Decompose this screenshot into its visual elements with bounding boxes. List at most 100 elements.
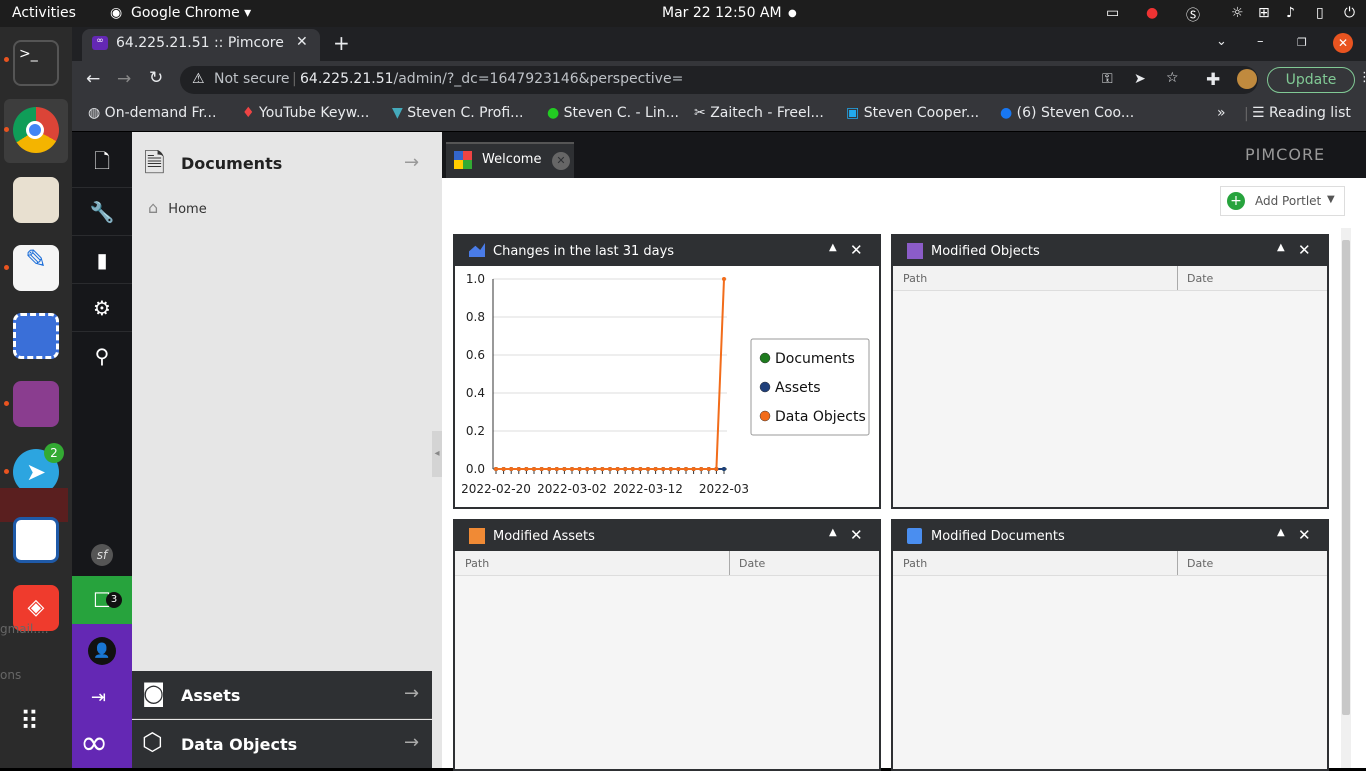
brightness-icon[interactable]: ☼ <box>1231 5 1244 21</box>
warning-icon: ⚠ <box>192 71 205 87</box>
symfony-icon[interactable]: sf <box>91 544 113 566</box>
nav-search-icon[interactable]: ⚲ <box>72 332 132 380</box>
documents-header[interactable]: 🗎 Documents → <box>132 139 432 189</box>
bookmark-item[interactable]: ♦ YouTube Keyw... <box>242 105 369 121</box>
bookmark-item[interactable]: ▼ Steven C. Profi... <box>392 105 524 121</box>
battery-icon[interactable]: ▯ <box>1316 5 1324 21</box>
nav-reports-icon[interactable]: ▮ <box>72 236 132 284</box>
bookmark-star-icon[interactable]: ☆ <box>1166 70 1179 86</box>
screenshot-icon[interactable] <box>13 313 59 359</box>
data-point <box>661 467 666 471</box>
tree-node-home[interactable]: ⌂ Home <box>148 198 207 217</box>
skype-icon[interactable]: Ⓢ <box>1186 5 1200 25</box>
bookmark-item[interactable]: ✂ Zaitech - Freel... <box>694 105 824 121</box>
video-app-icon[interactable] <box>13 381 59 427</box>
text-editor-icon[interactable]: ✎ <box>13 245 59 291</box>
documents-title: Documents <box>181 154 283 173</box>
collapse-icon[interactable]: ▲ <box>1277 242 1285 253</box>
close-icon[interactable]: ✕ <box>850 526 863 544</box>
area-chart-icon <box>469 243 485 257</box>
writer-icon[interactable] <box>13 517 59 563</box>
bookmark-item[interactable]: ● Steven C. - Lin... <box>547 105 679 121</box>
add-portlet-button[interactable]: + Add Portlet ▼ <box>1220 186 1345 216</box>
nav-file-icon[interactable]: 🗋 <box>72 140 132 188</box>
reading-list[interactable]: ☰ Reading list <box>1252 105 1351 121</box>
assets-panel-header[interactable]: ◙ Assets → <box>132 671 432 719</box>
column-path[interactable]: Path <box>903 557 927 570</box>
column-path[interactable]: Path <box>903 272 927 285</box>
power-menu-icon[interactable]: ⏻ <box>1344 5 1355 21</box>
scrollbar-thumb[interactable] <box>1342 240 1350 715</box>
collapse-handle-icon[interactable]: ◂ <box>432 431 442 477</box>
chrome-icon-center <box>26 121 44 139</box>
pimcore-logo-icon[interactable]: ∞ <box>80 726 108 760</box>
address-bar[interactable]: ⚠ Not secure | 64.225.21.51/admin/?_dc=1… <box>180 66 1258 94</box>
close-tab-icon[interactable]: ✕ <box>552 152 570 170</box>
profile-avatar[interactable] <box>1237 69 1257 89</box>
arrow-right-icon[interactable]: → <box>404 152 419 173</box>
column-date[interactable]: Date <box>739 557 765 570</box>
nav-settings-icon[interactable]: ⚙ <box>72 284 132 332</box>
close-tab-icon[interactable]: ✕ <box>296 34 308 50</box>
data-objects-title: Data Objects <box>181 735 298 754</box>
column-path[interactable]: Path <box>465 557 489 570</box>
column-date[interactable]: Date <box>1187 557 1213 570</box>
logout-icon[interactable]: ⇥ <box>91 687 106 708</box>
data-point <box>706 467 711 471</box>
data-point <box>570 467 574 471</box>
close-icon[interactable]: ✕ <box>1298 241 1311 259</box>
chrome-menu-icon[interactable]: ⋮ <box>1358 70 1366 85</box>
data-point <box>516 467 521 471</box>
nav-tools-icon[interactable]: 🔧 <box>72 188 132 236</box>
collapse-icon[interactable]: ▲ <box>829 242 837 253</box>
network-icon[interactable]: ⊞ <box>1258 5 1270 21</box>
tab-search-icon[interactable]: ⌄ <box>1216 34 1227 49</box>
clock[interactable]: Mar 22 12:50 AM <box>662 5 782 21</box>
scrollbar[interactable] <box>1341 228 1351 768</box>
running-indicator <box>4 469 9 474</box>
volume-icon[interactable]: ♪ <box>1286 5 1295 21</box>
tray-app-icon[interactable]: ● <box>1146 5 1158 21</box>
app-grid-icon[interactable]: ⠿ <box>20 709 41 735</box>
portlet-changes: Changes in the last 31 days ▲ ✕ 0.0 0.2 0.… <box>453 234 881 509</box>
arrow-right-icon[interactable]: → <box>404 732 419 753</box>
back-icon[interactable]: ← <box>86 69 100 89</box>
separator: | <box>292 71 297 87</box>
update-button[interactable]: Update <box>1267 67 1355 93</box>
close-window-icon[interactable]: ✕ <box>1333 33 1353 53</box>
user-avatar-icon[interactable]: 👤 <box>88 637 116 665</box>
bookmark-item[interactable]: ◍ On-demand Fr... <box>88 105 216 121</box>
column-date[interactable]: Date <box>1187 272 1213 285</box>
terminal-icon[interactable]: >_ <box>13 40 59 86</box>
restore-icon[interactable]: ❐ <box>1297 36 1307 49</box>
running-indicator <box>4 401 9 406</box>
activities-button[interactable]: Activities <box>12 5 76 21</box>
new-tab-icon[interactable]: + <box>333 31 350 55</box>
arrow-right-icon[interactable]: → <box>404 683 419 704</box>
more-bookmarks-icon[interactable]: » <box>1217 105 1226 121</box>
files-icon[interactable] <box>13 177 59 223</box>
app-menu[interactable]: Google Chrome ▾ <box>131 5 251 21</box>
data-objects-panel-header[interactable]: ⬡ Data Objects → <box>132 720 432 768</box>
forward-icon[interactable]: → <box>117 69 131 89</box>
close-icon[interactable]: ✕ <box>1298 526 1311 544</box>
send-icon[interactable]: ➤ <box>1134 71 1146 87</box>
extensions-icon[interactable]: ✚ <box>1206 70 1220 90</box>
legend-marker <box>759 381 771 393</box>
reload-icon[interactable]: ↻ <box>149 68 163 88</box>
camera-icon[interactable]: ▭ <box>1106 5 1119 21</box>
bookmark-item[interactable]: ● (6) Steven Coo... <box>1000 105 1134 121</box>
close-icon[interactable]: ✕ <box>850 241 863 259</box>
minimize-icon[interactable]: – <box>1257 34 1264 49</box>
bookmark-item[interactable]: ▣ Steven Cooper... <box>846 105 979 121</box>
legend-marker <box>759 410 771 422</box>
collapse-icon[interactable]: ▲ <box>829 527 837 538</box>
grid-body <box>893 576 1327 769</box>
notifications-button[interactable]: ☐ <box>72 576 132 624</box>
key-icon[interactable]: ⚿ <box>1102 71 1113 87</box>
browser-tab[interactable]: ∞ 64.225.21.51 :: Pimcore ✕ <box>82 29 320 61</box>
reading-list-icon: ☰ <box>1252 105 1265 121</box>
tab-welcome[interactable]: Welcome ✕ <box>446 142 574 178</box>
collapse-icon[interactable]: ▲ <box>1277 527 1285 538</box>
telegram-badge: 2 <box>44 443 64 463</box>
